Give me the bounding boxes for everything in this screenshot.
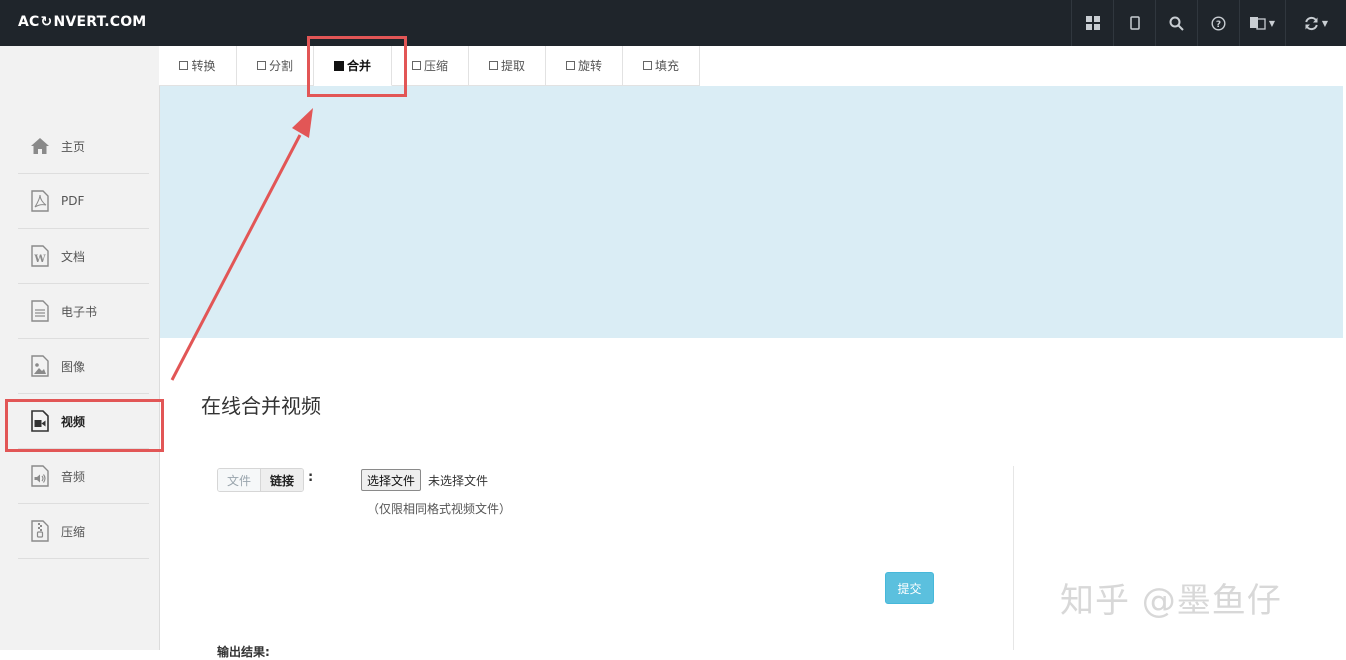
annotation-arrow — [170, 108, 313, 381]
